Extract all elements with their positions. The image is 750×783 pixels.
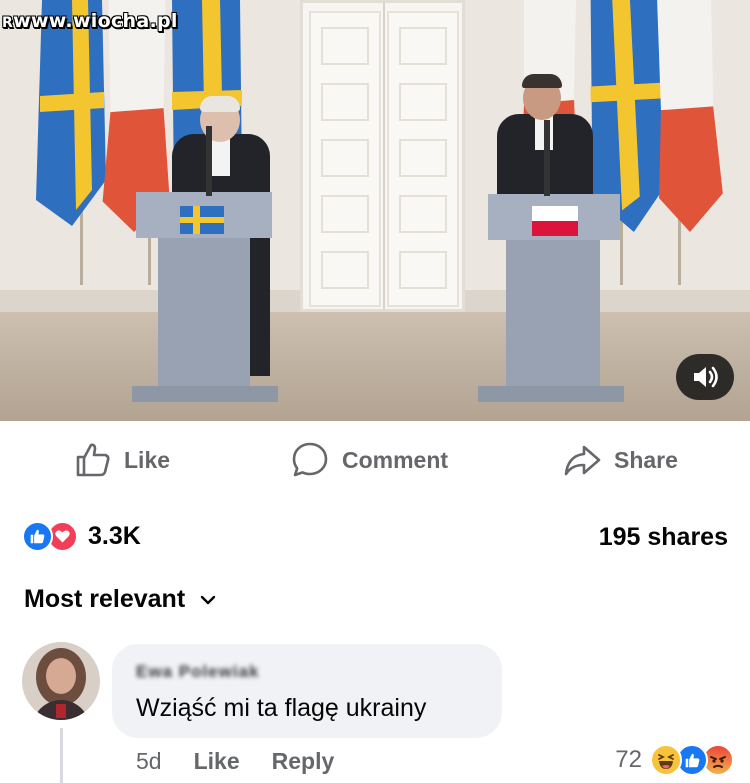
sweden-emblem — [180, 206, 224, 234]
comment-bubble: Ewa Polewiak Wziąść mi ta flagę ukrainy — [112, 644, 502, 738]
reaction-count[interactable]: 3.3K — [88, 522, 141, 551]
door-panel — [399, 83, 447, 121]
door-leaf-left — [309, 11, 381, 307]
speaker-icon — [694, 366, 718, 388]
door-split — [383, 3, 385, 309]
video-player[interactable]: Rwww.wiocha.pl — [0, 0, 750, 421]
comment-text: Wziąść mi ta flagę ukrainy — [136, 694, 427, 722]
comment-reaction-count: 72 — [615, 746, 642, 773]
haha-reaction-icon — [650, 744, 682, 776]
sweden-flag — [36, 0, 106, 226]
comment-meta: 5d Like Reply — [136, 748, 334, 775]
post-stats: 3.3K 195 shares — [22, 515, 728, 559]
share-arrow-icon — [564, 445, 601, 476]
speaker-hair — [200, 96, 240, 112]
share-label: Share — [614, 446, 678, 473]
commenter-avatar[interactable] — [22, 642, 100, 720]
watermark: Rwww.wiocha.pl — [2, 10, 178, 32]
volume-button[interactable] — [676, 354, 734, 400]
door-panel — [321, 251, 369, 289]
door-panel — [321, 27, 369, 65]
door-panel — [399, 251, 447, 289]
reactions-summary[interactable]: 3.3K — [22, 521, 141, 552]
like-reaction-icon — [22, 521, 53, 552]
door-panel — [399, 139, 447, 177]
share-count[interactable]: 195 shares — [599, 523, 728, 552]
comment-sort-dropdown[interactable]: Most relevant — [24, 585, 217, 614]
share-button[interactable]: Share — [562, 436, 678, 484]
left-podium-base — [132, 386, 278, 402]
comment-label: Comment — [342, 446, 449, 473]
thread-line — [60, 728, 63, 783]
door-panel — [399, 195, 447, 233]
comment-author[interactable]: Ewa Polewiak — [136, 662, 260, 682]
microphone — [206, 126, 212, 196]
watermark-prefix: R — [2, 15, 14, 31]
like-button[interactable]: Like — [74, 436, 170, 484]
door-panel — [321, 139, 369, 177]
poland-emblem — [532, 206, 578, 236]
comment-reply-button[interactable]: Reply — [272, 748, 335, 775]
speaker-shirt — [210, 136, 230, 176]
right-podium-base — [478, 386, 624, 402]
watermark-text: www.wiocha.pl — [13, 10, 178, 32]
speaker-hair — [522, 74, 562, 88]
door-panel — [321, 83, 369, 121]
comment-bubble-icon — [292, 442, 328, 477]
door-panel — [399, 27, 447, 65]
thumbs-up-icon — [76, 443, 110, 477]
chevron-down-icon — [200, 595, 216, 604]
door-leaf-right — [387, 11, 459, 307]
door-panel — [321, 195, 369, 233]
like-label: Like — [124, 446, 171, 473]
poland-flag — [657, 0, 723, 232]
comment-reactions[interactable]: 72 — [615, 744, 734, 776]
video-floor — [0, 312, 750, 421]
comment-timestamp[interactable]: 5d — [136, 748, 162, 775]
video-door — [300, 0, 465, 312]
sort-label: Most relevant — [24, 585, 186, 613]
comment-like-button[interactable]: Like — [194, 748, 240, 775]
comment-button[interactable]: Comment — [290, 436, 448, 484]
post-action-bar: Like Comment Share — [0, 436, 750, 484]
microphone — [544, 120, 550, 196]
